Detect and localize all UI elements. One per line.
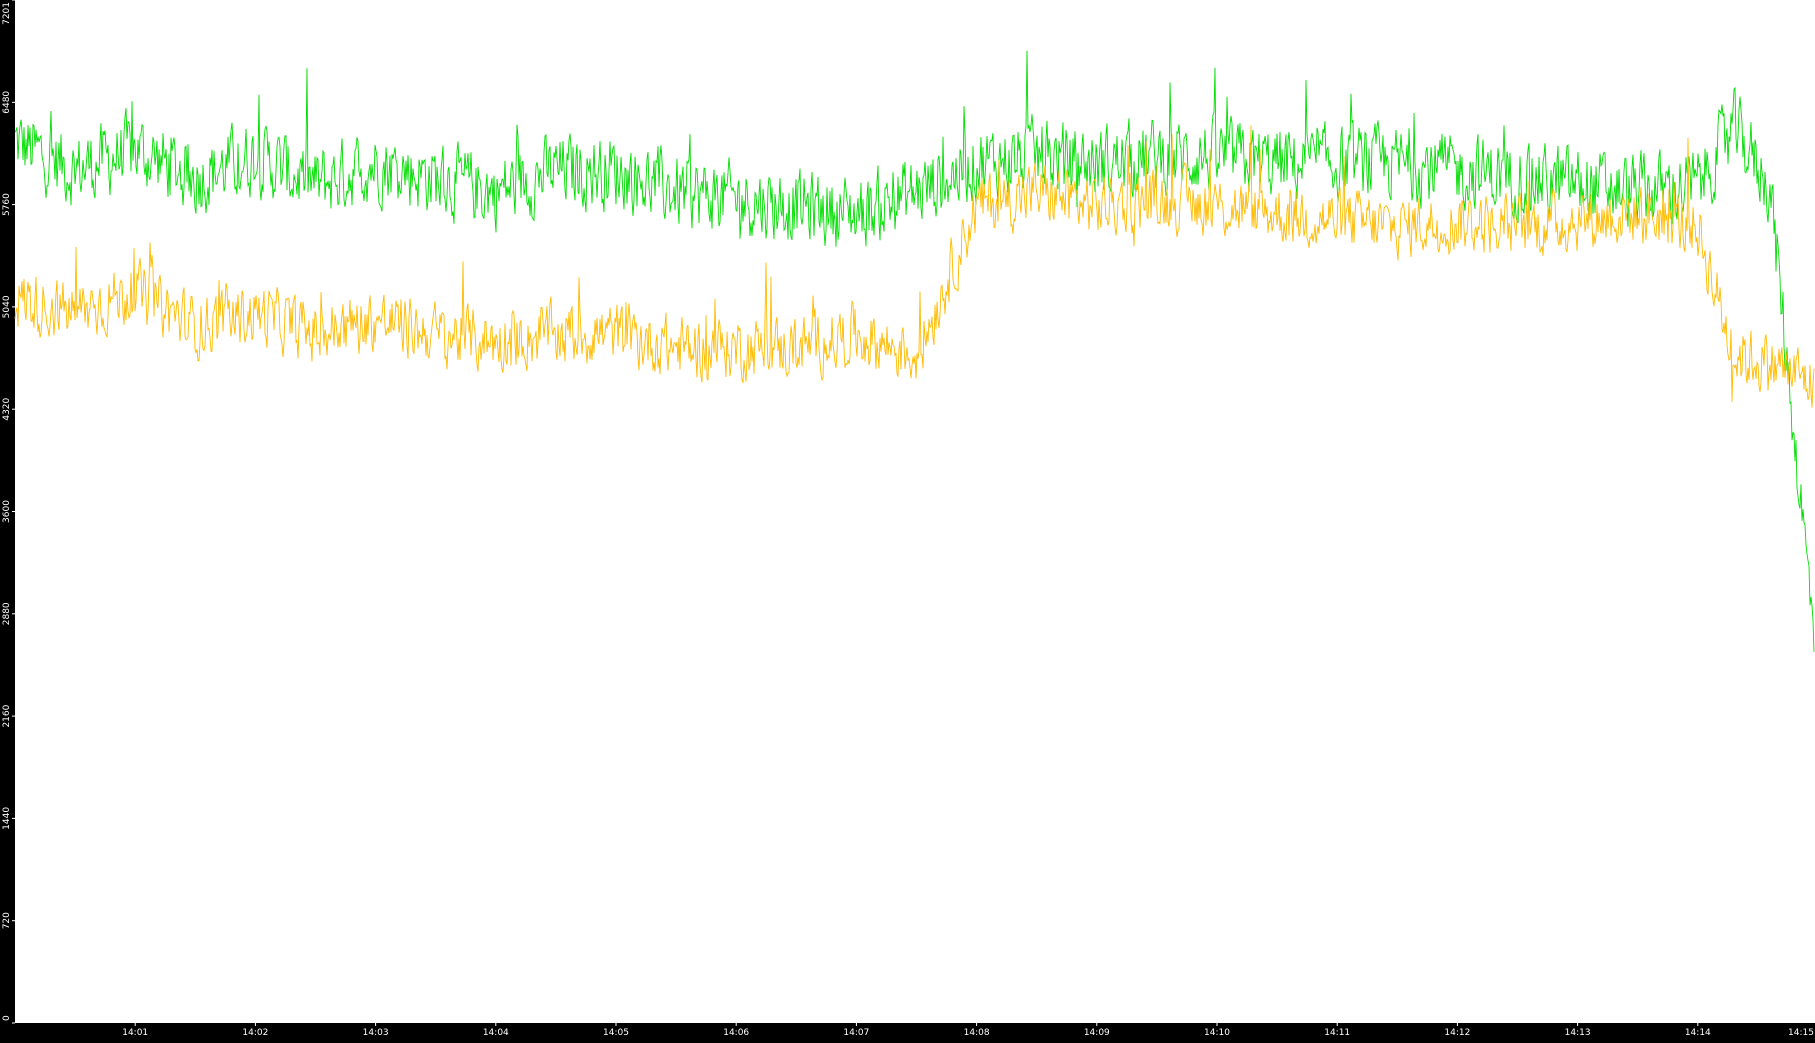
x-tick-label: 14:10 [1204, 1028, 1230, 1038]
x-tick-label: 14:11 [1324, 1028, 1350, 1038]
y-tick-label: 3600 [2, 500, 12, 523]
x-tick-label: 14:03 [363, 1028, 389, 1038]
y-tick-label: 5040 [2, 295, 12, 318]
y-tick-label: 720 [2, 912, 12, 929]
x-tick-label: 14:13 [1565, 1028, 1591, 1038]
y-tick-label: 2160 [2, 704, 12, 727]
x-tick-label: 14:07 [843, 1028, 869, 1038]
y-tick-label: 5760 [2, 193, 12, 216]
y-tick-label: 7201 [2, 2, 12, 25]
x-tick-label: 14:09 [1084, 1028, 1110, 1038]
y-tick-label: 6480 [2, 91, 12, 114]
y-tick-label: 0 [2, 1015, 12, 1021]
x-tick-label: 14:01 [122, 1028, 148, 1038]
bottom-axis-band [0, 1023, 1815, 1039]
y-tick-label: 1440 [2, 807, 12, 830]
x-tick-label: 14:02 [242, 1028, 268, 1038]
x-tick-label: 14:12 [1444, 1028, 1470, 1038]
chart-root: 0 720 1440 2160 2880 3600 4320 5040 5760 6480 7201… [0, 0, 1815, 1039]
y-tick-label: 2880 [2, 602, 12, 625]
y-tick-label: 4320 [2, 397, 12, 420]
x-tick-label: 14:14 [1685, 1028, 1711, 1038]
x-tick-label: 14:06 [723, 1028, 749, 1038]
x-tick-label: 14:15 [1788, 1028, 1814, 1038]
x-tick-label: 14:05 [603, 1028, 629, 1038]
x-tick-label: 14:04 [483, 1028, 509, 1038]
x-tick-label: 14:08 [964, 1028, 990, 1038]
line-chart: 0 720 1440 2160 2880 3600 4320 5040 5760 6480 7201… [0, 0, 1815, 1039]
